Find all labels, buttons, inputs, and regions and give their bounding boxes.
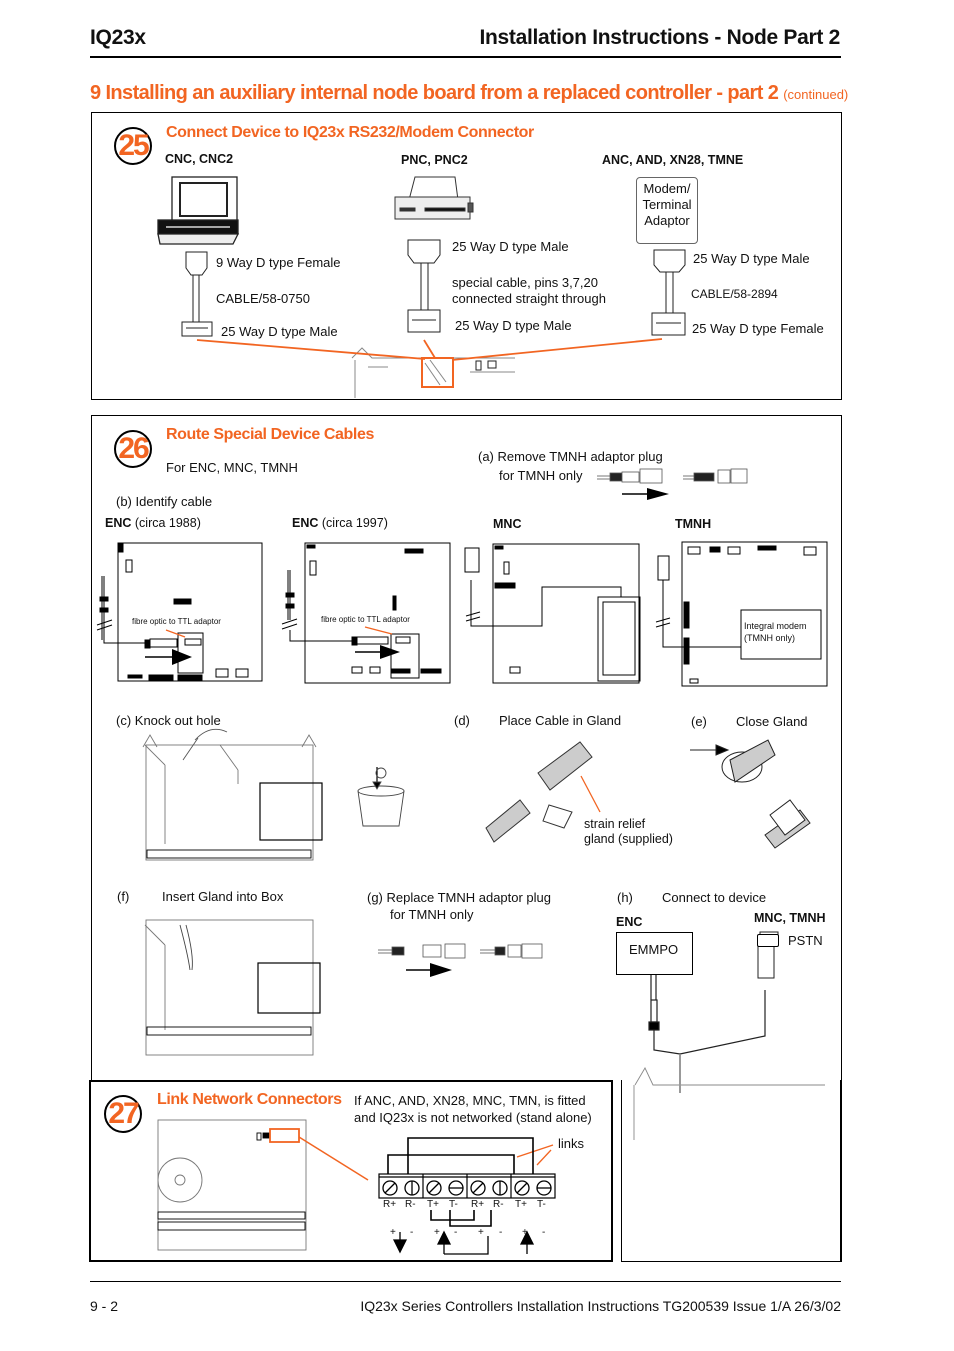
controller-board-drawing	[157, 1119, 307, 1251]
network-connector-leader	[298, 1136, 369, 1181]
polarity-label: -	[410, 1227, 414, 1238]
signal-arrows	[392, 1230, 535, 1255]
polarity-label: -	[454, 1227, 458, 1238]
terminal-label: T-	[449, 1199, 458, 1210]
terminal-label: R-	[405, 1199, 416, 1210]
links-callout	[516, 1144, 554, 1166]
polarity-label: +	[390, 1227, 396, 1238]
terminal-label: T-	[537, 1199, 546, 1210]
polarity-label: +	[478, 1227, 484, 1238]
footer-rule	[90, 1281, 841, 1282]
terminal-label: R+	[383, 1199, 397, 1210]
terminal-label: T+	[427, 1199, 439, 1210]
terminal-label: R-	[493, 1199, 504, 1210]
terminal-label: R+	[471, 1199, 485, 1210]
step-27-diagram	[157, 1119, 556, 1255]
polarity-label: +	[434, 1227, 440, 1238]
footer-doc-reference: IQ23x Series Controllers Installation In…	[360, 1298, 841, 1314]
polarity-label: -	[542, 1227, 546, 1238]
polarity-label: -	[499, 1227, 503, 1238]
polarity-label: +	[522, 1227, 528, 1238]
footer-page-number: 9 - 2	[90, 1298, 119, 1314]
network-connector-highlight	[269, 1128, 300, 1143]
terminal-label: T+	[515, 1199, 527, 1210]
